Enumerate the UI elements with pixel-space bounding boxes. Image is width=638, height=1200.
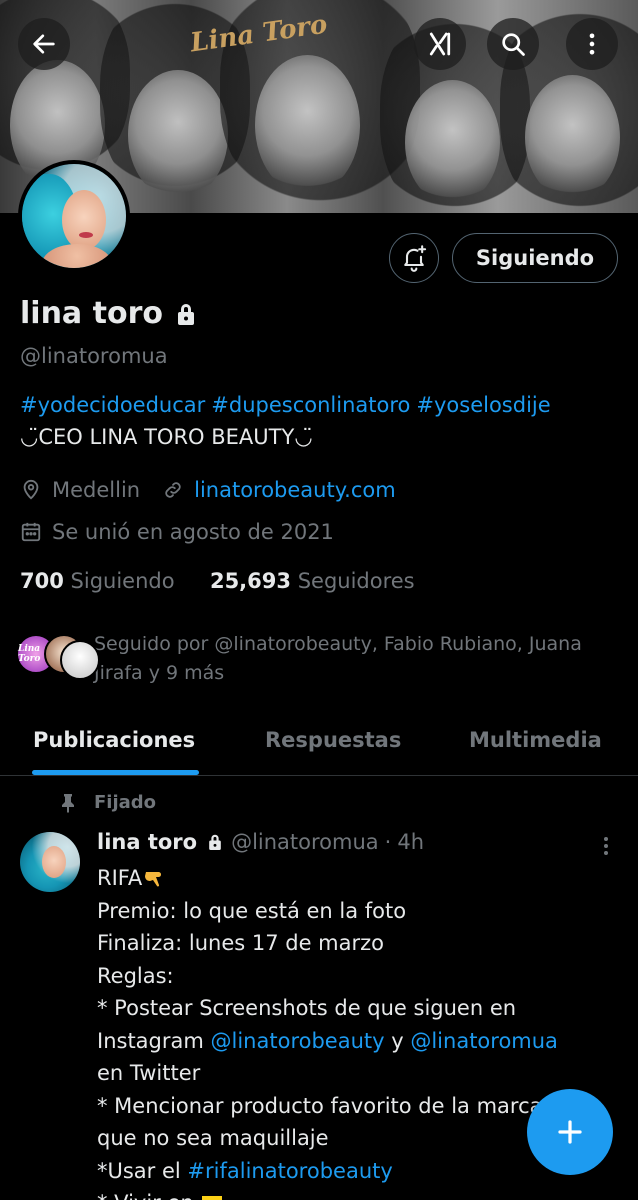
- followed-by-text: Seguido por @linatorobeauty, Fabio Rubia…: [94, 633, 582, 684]
- tab-multimedia[interactable]: Multimedia: [469, 728, 602, 752]
- search-button[interactable]: [487, 18, 539, 70]
- more-vertical-icon: [604, 837, 608, 855]
- more-options-button[interactable]: [566, 18, 618, 70]
- lock-icon: [209, 834, 221, 850]
- followers-count: 25,693: [209, 569, 291, 593]
- plus-icon: [558, 1120, 582, 1144]
- tab-respuestas[interactable]: Respuestas: [265, 728, 401, 752]
- post-line: y: [384, 1028, 411, 1053]
- followers-label: Seguidores: [297, 569, 415, 593]
- search-icon: [502, 33, 525, 56]
- post-separator: ·: [384, 830, 392, 854]
- joined-row: Se unió en agosto de 2021: [20, 520, 334, 544]
- bell-plus-icon: [404, 245, 427, 272]
- calendar-icon: [21, 522, 41, 542]
- website-link[interactable]: linatorobeauty.com: [194, 478, 396, 502]
- compose-post-button[interactable]: [527, 1089, 613, 1175]
- lock-icon: [177, 303, 194, 325]
- hashtag-link[interactable]: #rifalinatorobeauty: [187, 1159, 392, 1183]
- post-time[interactable]: 4h: [397, 830, 424, 854]
- profile-avatar[interactable]: [18, 160, 130, 272]
- mention-link[interactable]: @linatoromua: [410, 1029, 558, 1053]
- joined-text: Se unió en agosto de 2021: [52, 520, 334, 544]
- post-line: * Vivir en: [97, 1191, 200, 1200]
- profile-meta-row: Medellin linatorobeauty.com: [20, 478, 396, 502]
- post-author-handle[interactable]: @linatoromua: [231, 830, 379, 854]
- post-line: * Postear Screenshots de que siguen en: [97, 996, 517, 1020]
- post-line: *Usar el: [97, 1158, 188, 1183]
- post-line: en Twitter: [97, 1061, 201, 1085]
- notifications-button[interactable]: [389, 233, 439, 283]
- back-arrow-icon: [33, 34, 55, 54]
- back-button[interactable]: [18, 18, 70, 70]
- profile-handle: @linatoromua: [20, 344, 168, 368]
- pointing-down-emoji-icon: [145, 872, 162, 887]
- post-author-avatar[interactable]: [20, 832, 80, 892]
- post-more-button[interactable]: [598, 834, 614, 862]
- post-line: Instagram: [97, 1028, 211, 1053]
- hashtag-link[interactable]: #yodecidoeducar: [20, 393, 205, 417]
- post-line: Premio: lo que está en la foto: [97, 898, 407, 923]
- following-count-link[interactable]: 700 Siguiendo: [20, 569, 175, 593]
- follower-avatar: [60, 640, 100, 680]
- profile-name: lina toro: [20, 296, 163, 331]
- following-label: Siguiendo: [70, 569, 175, 593]
- mention-link[interactable]: @linatorobeauty: [211, 1029, 385, 1053]
- post-line: Finaliza: lunes 17 de marzo: [97, 931, 385, 955]
- hashtag-link[interactable]: #dupesconlinatoro: [211, 393, 410, 417]
- bio-text: ◡̈CEO LINA TORO BEAUTY◡̈: [20, 425, 313, 449]
- grok-icon: [429, 32, 451, 56]
- followed-by-row[interactable]: Lina Toro Seguido por @linatorobeauty, F…: [16, 630, 626, 688]
- pinned-label: Fijado: [94, 792, 157, 813]
- flag-emoji-icon: [202, 1196, 223, 1200]
- post-line: RIFA: [97, 866, 143, 890]
- grok-button[interactable]: [414, 18, 466, 70]
- location-text: Medellin: [52, 478, 141, 502]
- following-button[interactable]: Siguiendo: [452, 233, 618, 283]
- pinned-indicator: Fijado: [60, 792, 156, 813]
- profile-tabs: Publicaciones Respuestas Multimedia: [0, 712, 638, 776]
- hashtag-link[interactable]: #yoselosdije: [416, 393, 550, 417]
- active-tab-indicator: [32, 770, 199, 775]
- follow-counts: 700 Siguiendo 25,693 Seguidores: [20, 569, 415, 593]
- followed-by-avatars: Lina Toro: [16, 634, 100, 680]
- profile-name-row: lina toro: [20, 296, 197, 331]
- location-pin-icon: [23, 479, 39, 500]
- more-vertical-icon: [589, 33, 595, 55]
- post-header: lina toro @linatoromua · 4h: [97, 830, 424, 854]
- post-author-name[interactable]: lina toro: [97, 830, 197, 854]
- bio-hashtags: #yodecidoeducar #dupesconlinatoro #yoselos…: [20, 393, 557, 417]
- followers-count-link[interactable]: 25,693 Seguidores: [210, 569, 415, 593]
- link-icon: [165, 482, 181, 498]
- pin-icon: [62, 793, 74, 813]
- following-count: 700: [20, 569, 64, 593]
- post-line: Reglas:: [97, 963, 174, 988]
- tab-publicaciones[interactable]: Publicaciones: [33, 728, 195, 752]
